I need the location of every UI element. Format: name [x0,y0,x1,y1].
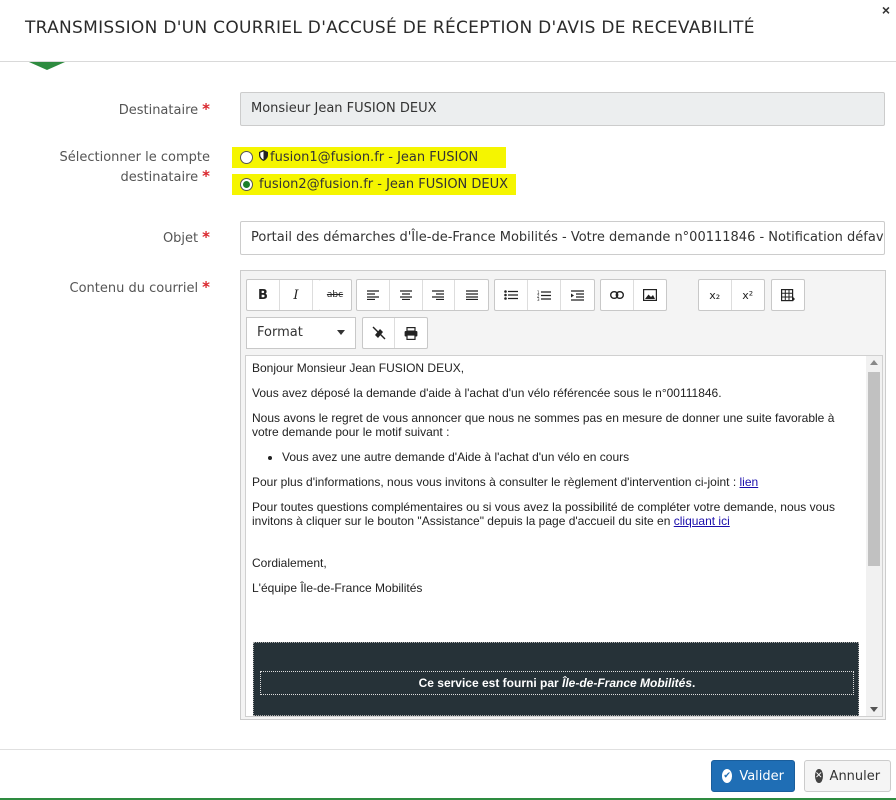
superscript-button[interactable]: x² [732,280,765,310]
close-button[interactable]: × [876,0,896,20]
radio-button-checked[interactable] [240,177,253,191]
image-icon[interactable] [634,280,667,310]
remove-format-icon[interactable] [363,318,396,348]
bold-button[interactable]: B [247,280,280,310]
footer-divider [0,749,896,750]
strikethrough-button[interactable]: abc [319,280,351,310]
email-list: Vous avez une autre demande d'Aide à l'a… [282,450,860,464]
modal-header: TRANSMISSION D'UN COURRIEL D'ACCUSÉ DE R… [0,0,896,62]
bullet-list-icon[interactable] [495,280,528,310]
compte-label: Sélectionner le compte destinataire * [59,150,210,185]
print-icon[interactable] [395,318,427,348]
scroll-thumb[interactable] [868,372,880,566]
link-icon[interactable] [601,280,634,310]
account-option-1[interactable]: fusion1@fusion.fr - Jean FUSION [232,145,507,169]
chevron-down-icon [337,330,345,335]
subscript-button[interactable]: x₂ [699,280,732,310]
align-justify-icon[interactable] [455,280,488,310]
numbered-list-icon[interactable]: 123 [528,280,561,310]
list-item: Vous avez une autre demande d'Aide à l'a… [282,450,860,464]
insert-group [600,279,667,311]
header-accent-arrow [29,62,65,70]
footer-text: Ce service est fourni par Île-de-France … [260,671,854,695]
email-paragraph: Nous avons le regret de vous annoncer qu… [252,411,835,439]
editor-scrollbar[interactable] [866,356,882,716]
script-group: x₂ x² [698,279,765,311]
objet-input[interactable]: Portail des démarches d'Île-de-France Mo… [240,221,885,255]
scroll-up-icon[interactable] [870,360,878,365]
validate-button[interactable]: ✔ Valider [711,760,795,792]
destinataire-label: Destinataire * [118,100,210,118]
contenu-label: Contenu du courriel * [69,278,210,296]
scroll-down-icon[interactable] [870,707,878,712]
align-group [356,279,489,311]
align-left-icon[interactable] [357,280,390,310]
close-circle-icon: ✕ [815,769,823,783]
email-signature: L'équipe Île-de-France Mobilités [252,581,423,595]
table-group [771,279,805,311]
assistance-link[interactable]: cliquant ici [674,514,730,528]
editor-content[interactable]: Bonjour Monsieur Jean FUSION DEUX, Vous … [245,355,883,717]
radio-button[interactable] [240,150,253,164]
check-icon: ✔ [722,769,733,783]
email-paragraph: Vous avez déposé la demande d'aide à l'a… [252,386,722,400]
email-footer-banner: Ce service est fourni par Île-de-France … [253,642,859,716]
tools-group [362,317,428,349]
italic-button[interactable]: I [280,280,313,310]
rich-text-editor: B I U abc 123 x₂ x² Format Bonjour Mons [240,270,886,720]
align-right-icon[interactable] [423,280,456,310]
cancel-button[interactable]: ✕ Annuler [804,760,891,792]
strike-group: abc [319,279,352,311]
table-icon[interactable] [772,280,804,310]
shield-icon [259,150,268,164]
email-closing: Cordialement, [252,556,327,570]
align-center-icon[interactable] [390,280,423,310]
email-paragraph: Pour toutes questions complémentaires ou… [252,500,835,528]
email-greeting: Bonjour Monsieur Jean FUSION DEUX, [252,361,465,375]
regulation-link[interactable]: lien [740,475,759,489]
account-option-2[interactable]: fusion2@fusion.fr - Jean FUSION DEUX [232,172,517,196]
format-dropdown[interactable]: Format [246,317,356,349]
indent-icon[interactable] [561,280,594,310]
email-paragraph: Pour plus d'informations, nous vous invi… [252,475,759,489]
objet-label: Objet * [162,228,210,246]
modal-title: TRANSMISSION D'UN COURRIEL D'ACCUSÉ DE R… [25,18,755,38]
list-group: 123 [494,279,595,311]
svg-text:3: 3 [537,297,540,301]
destinataire-field: Monsieur Jean FUSION DEUX [240,92,885,126]
